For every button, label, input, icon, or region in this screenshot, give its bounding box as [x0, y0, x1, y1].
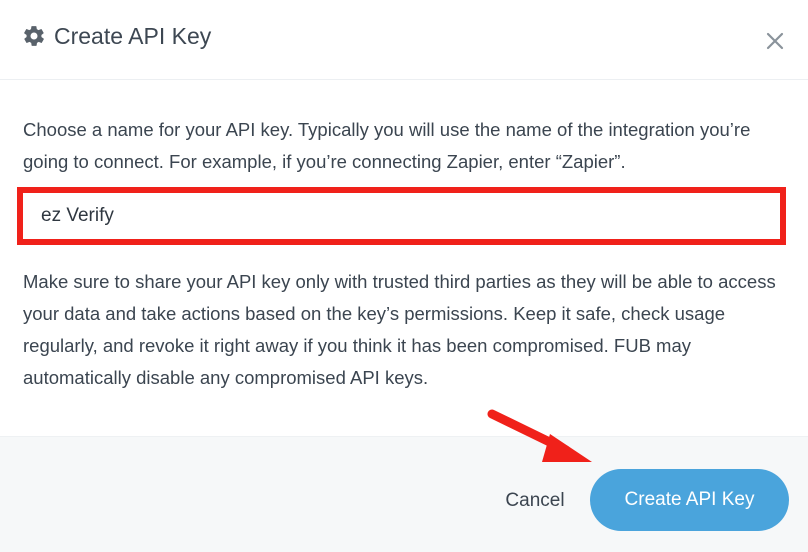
cancel-button[interactable]: Cancel: [488, 483, 582, 519]
create-api-key-button[interactable]: Create API Key: [590, 469, 789, 531]
security-notice-text: Make sure to share your API key only wit…: [23, 271, 776, 388]
gear-icon: [24, 26, 44, 46]
dialog-footer: Cancel Create API Key: [0, 436, 808, 552]
dialog-title: Create API Key: [54, 23, 212, 49]
intro-text: Choose a name for your API key. Typicall…: [23, 119, 751, 172]
create-api-key-dialog: Create API Key Choose a name for your AP…: [0, 0, 808, 552]
api-key-name-input[interactable]: [23, 193, 780, 239]
close-icon[interactable]: [762, 28, 788, 54]
dialog-header: Create API Key: [0, 0, 808, 80]
api-key-name-field-highlight: [17, 187, 786, 245]
dialog-body: Choose a name for your API key. Typicall…: [0, 80, 808, 436]
